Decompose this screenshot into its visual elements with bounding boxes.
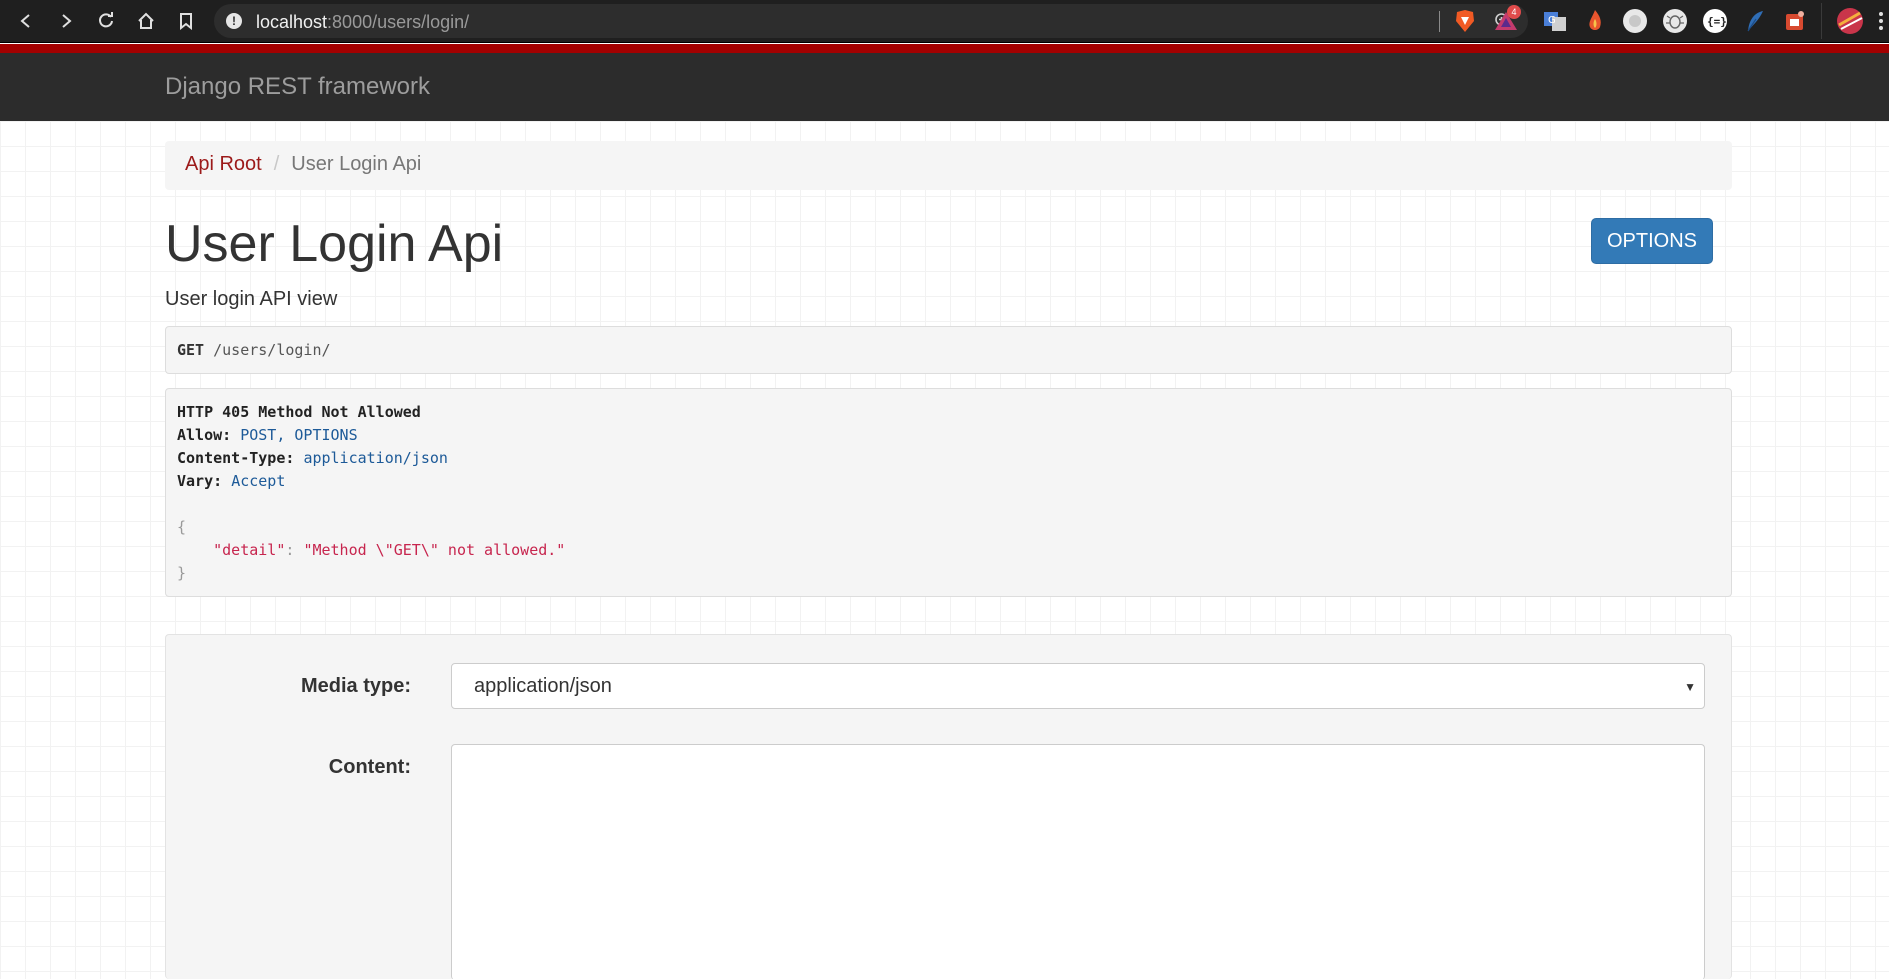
json-detail-line: "detail": "Method \"GET\" not allowed."	[177, 539, 1720, 562]
content-label: Content:	[328, 756, 411, 778]
white-circle-extension-icon[interactable]	[1621, 7, 1649, 35]
response-status: HTTP 405 Method Not Allowed	[177, 403, 421, 421]
feather-extension-icon[interactable]	[1741, 7, 1769, 35]
url-path: :8000/users/login/	[327, 12, 470, 32]
url-text: localhost:8000/users/login/	[256, 12, 469, 33]
navbar: Django REST framework	[0, 53, 1889, 121]
breadcrumb-separator: /	[273, 153, 280, 175]
profile-avatar[interactable]	[1836, 7, 1864, 35]
response-header-content-type: Content-Type: application/json	[177, 449, 448, 467]
svg-text:G: G	[1548, 15, 1556, 26]
home-icon	[138, 12, 154, 29]
request-path: /users/login/	[213, 341, 331, 359]
translate-icon[interactable]: G	[1541, 7, 1569, 35]
info-icon[interactable]: !	[226, 13, 242, 29]
response-info: HTTP 405 Method Not Allowed Allow: POST,…	[165, 388, 1732, 597]
json-extension-icon[interactable]: {=}	[1701, 7, 1729, 35]
fire-extension-icon[interactable]	[1581, 7, 1609, 35]
request-info: GET /users/login/	[165, 326, 1732, 374]
json-close-brace: }	[177, 564, 187, 582]
request-method: GET	[177, 341, 205, 359]
json-open-brace: {	[177, 518, 187, 536]
menu-kebab-icon[interactable]	[1872, 7, 1889, 35]
content-textarea[interactable]	[451, 744, 1705, 979]
rewards-badge: 4	[1507, 5, 1521, 19]
brave-rewards-icon[interactable]: 4	[1492, 5, 1521, 35]
page-title: User Login Api	[165, 215, 504, 273]
svg-text:{=}: {=}	[1707, 15, 1727, 28]
back-arrow-icon	[20, 14, 30, 28]
page-description: User login API view	[165, 288, 338, 310]
breadcrumb-current: User Login Api	[291, 153, 422, 175]
media-type-value: application/json	[474, 675, 612, 697]
bookmark-icon	[180, 13, 192, 30]
breadcrumb: Api Root / User Login Api	[165, 141, 1732, 190]
tag-extension-icon[interactable]	[1781, 7, 1809, 35]
reload-button[interactable]	[91, 6, 121, 36]
json-value: "Method \"GET\" not allowed."	[303, 541, 566, 559]
forward-button[interactable]	[51, 6, 81, 36]
browser-toolbar: ! localhost:8000/users/login/ 4 G {=}	[0, 0, 1889, 43]
reload-icon	[99, 12, 113, 28]
back-button[interactable]	[11, 6, 41, 36]
address-bar[interactable]: ! localhost:8000/users/login/	[214, 4, 1528, 38]
json-colon: :	[285, 541, 304, 559]
bookmark-button[interactable]	[171, 6, 201, 36]
brave-shield-icon[interactable]	[1451, 7, 1479, 35]
json-key: "detail"	[213, 541, 286, 559]
url-host: localhost	[256, 12, 328, 32]
navbar-brand[interactable]: Django REST framework	[165, 73, 430, 101]
response-header-vary: Vary: Accept	[177, 472, 286, 490]
breadcrumb-api-root[interactable]: Api Root	[185, 153, 262, 175]
content-form: Media type: application/json ▼ Content:	[165, 634, 1732, 979]
media-type-select[interactable]: application/json ▼	[451, 663, 1705, 709]
bug-extension-icon[interactable]	[1661, 7, 1689, 35]
toolbar-divider	[1439, 11, 1440, 32]
options-button[interactable]: OPTIONS	[1591, 218, 1713, 264]
home-button[interactable]	[131, 6, 161, 36]
accent-strip	[0, 44, 1889, 53]
chevron-down-icon: ▼	[1684, 680, 1696, 694]
toolbar-divider-2	[1821, 3, 1822, 39]
forward-arrow-icon	[62, 14, 72, 28]
response-header-allow: Allow: POST, OPTIONS	[177, 426, 358, 444]
media-type-label: Media type:	[300, 675, 411, 697]
